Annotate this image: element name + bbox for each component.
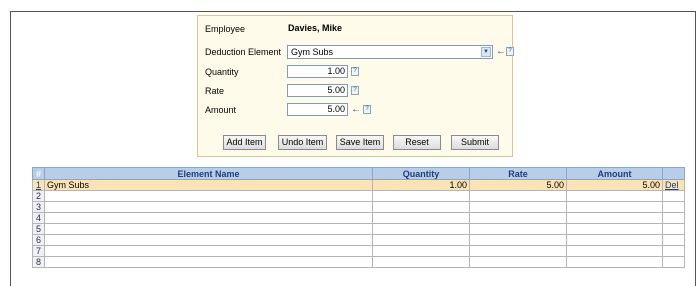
undo-item-button[interactable]: Undo Item — [278, 135, 327, 150]
quantity-label: Quantity — [205, 67, 239, 77]
cell-action — [662, 234, 685, 246]
column-header-amount[interactable]: Amount — [566, 167, 663, 180]
column-header-element-name[interactable]: Element Name — [44, 167, 373, 180]
cell-action — [662, 223, 685, 235]
rate-label: Rate — [205, 86, 225, 96]
cell-action — [662, 256, 685, 268]
cell-amount: 5.00 — [566, 179, 663, 191]
row-index: 2 — [32, 190, 45, 202]
cell-element-name — [44, 212, 373, 224]
column-header-rate[interactable]: Rate — [469, 167, 567, 180]
table-row[interactable]: 5 — [32, 223, 685, 235]
cell-rate — [469, 245, 567, 257]
column-header-action — [662, 167, 685, 180]
cell-element-name — [44, 234, 373, 246]
table-row[interactable]: 1 Gym Subs 1.00 5.00 5.00 Del — [32, 179, 685, 191]
cell-element-name — [44, 223, 373, 235]
cell-amount — [566, 234, 663, 246]
calculate-arrow-icon[interactable]: ← — [496, 47, 506, 57]
rate-input[interactable]: 5.00 — [287, 84, 348, 97]
cell-amount — [566, 245, 663, 257]
cell-amount — [566, 212, 663, 224]
submit-button[interactable]: Submit — [451, 135, 499, 150]
amount-input[interactable]: 5.00 — [287, 103, 348, 116]
cell-quantity: 1.00 — [372, 179, 470, 191]
help-icon[interactable]: ? — [506, 47, 514, 56]
cell-quantity — [372, 256, 470, 268]
row-index: 5 — [32, 223, 45, 235]
deduction-element-select[interactable]: Gym Subs ▼ — [287, 45, 493, 59]
employee-label: Employee — [205, 24, 246, 34]
column-header-index: # — [32, 167, 45, 180]
table-row[interactable]: 2 — [32, 190, 685, 202]
cell-action — [662, 245, 685, 257]
add-item-button[interactable]: Add Item — [223, 135, 266, 150]
cell-rate: 5.00 — [469, 179, 567, 191]
cell-amount — [566, 223, 663, 235]
cell-element-name — [44, 201, 373, 213]
cell-action — [662, 190, 685, 202]
amount-help-icon[interactable]: ? — [363, 105, 371, 114]
cell-amount — [566, 201, 663, 213]
cell-amount — [566, 256, 663, 268]
column-header-quantity[interactable]: Quantity — [372, 167, 470, 180]
cell-rate — [469, 212, 567, 224]
cell-action — [662, 201, 685, 213]
cell-quantity — [372, 245, 470, 257]
cell-quantity — [372, 212, 470, 224]
cell-rate — [469, 223, 567, 235]
table-row[interactable]: 6 — [32, 234, 685, 246]
cell-element-name — [44, 256, 373, 268]
cell-rate — [469, 201, 567, 213]
cell-rate — [469, 256, 567, 268]
amount-calculate-icon[interactable]: ← — [351, 105, 361, 115]
deduction-form-panel: Employee Davies, Mike Deduction Element … — [197, 15, 514, 157]
table-row[interactable]: 3 — [32, 201, 685, 213]
table-row[interactable]: 7 — [32, 245, 685, 257]
row-index-link[interactable]: 1 — [32, 179, 45, 191]
cell-quantity — [372, 201, 470, 213]
row-index: 8 — [32, 256, 45, 268]
deduction-element-value: Gym Subs — [291, 47, 334, 57]
row-index: 4 — [32, 212, 45, 224]
deduction-items-table: # Element Name Quantity Rate Amount 1 Gy… — [32, 167, 685, 268]
reset-button[interactable]: Reset — [393, 135, 441, 150]
cell-element-name: Gym Subs — [44, 179, 373, 191]
amount-label: Amount — [205, 105, 237, 115]
cell-element-name — [44, 245, 373, 257]
delete-link[interactable]: Del — [662, 179, 685, 191]
quantity-help-icon[interactable]: ? — [351, 67, 359, 76]
cell-quantity — [372, 234, 470, 246]
cell-rate — [469, 190, 567, 202]
save-item-button[interactable]: Save Item — [336, 135, 384, 150]
table-header-row: # Element Name Quantity Rate Amount — [32, 167, 685, 180]
cell-action — [662, 212, 685, 224]
table-row[interactable]: 8 — [32, 256, 685, 268]
employee-name: Davies, Mike — [288, 23, 343, 33]
chevron-down-icon[interactable]: ▼ — [481, 47, 491, 57]
cell-element-name — [44, 190, 373, 202]
row-index: 7 — [32, 245, 45, 257]
row-index: 3 — [32, 201, 45, 213]
rate-help-icon[interactable]: ? — [351, 86, 359, 95]
cell-rate — [469, 234, 567, 246]
table-row[interactable]: 4 — [32, 212, 685, 224]
cell-amount — [566, 190, 663, 202]
deduction-element-label: Deduction Element — [205, 47, 282, 57]
cell-quantity — [372, 223, 470, 235]
quantity-input[interactable]: 1.00 — [287, 65, 348, 78]
row-index: 6 — [32, 234, 45, 246]
cell-quantity — [372, 190, 470, 202]
